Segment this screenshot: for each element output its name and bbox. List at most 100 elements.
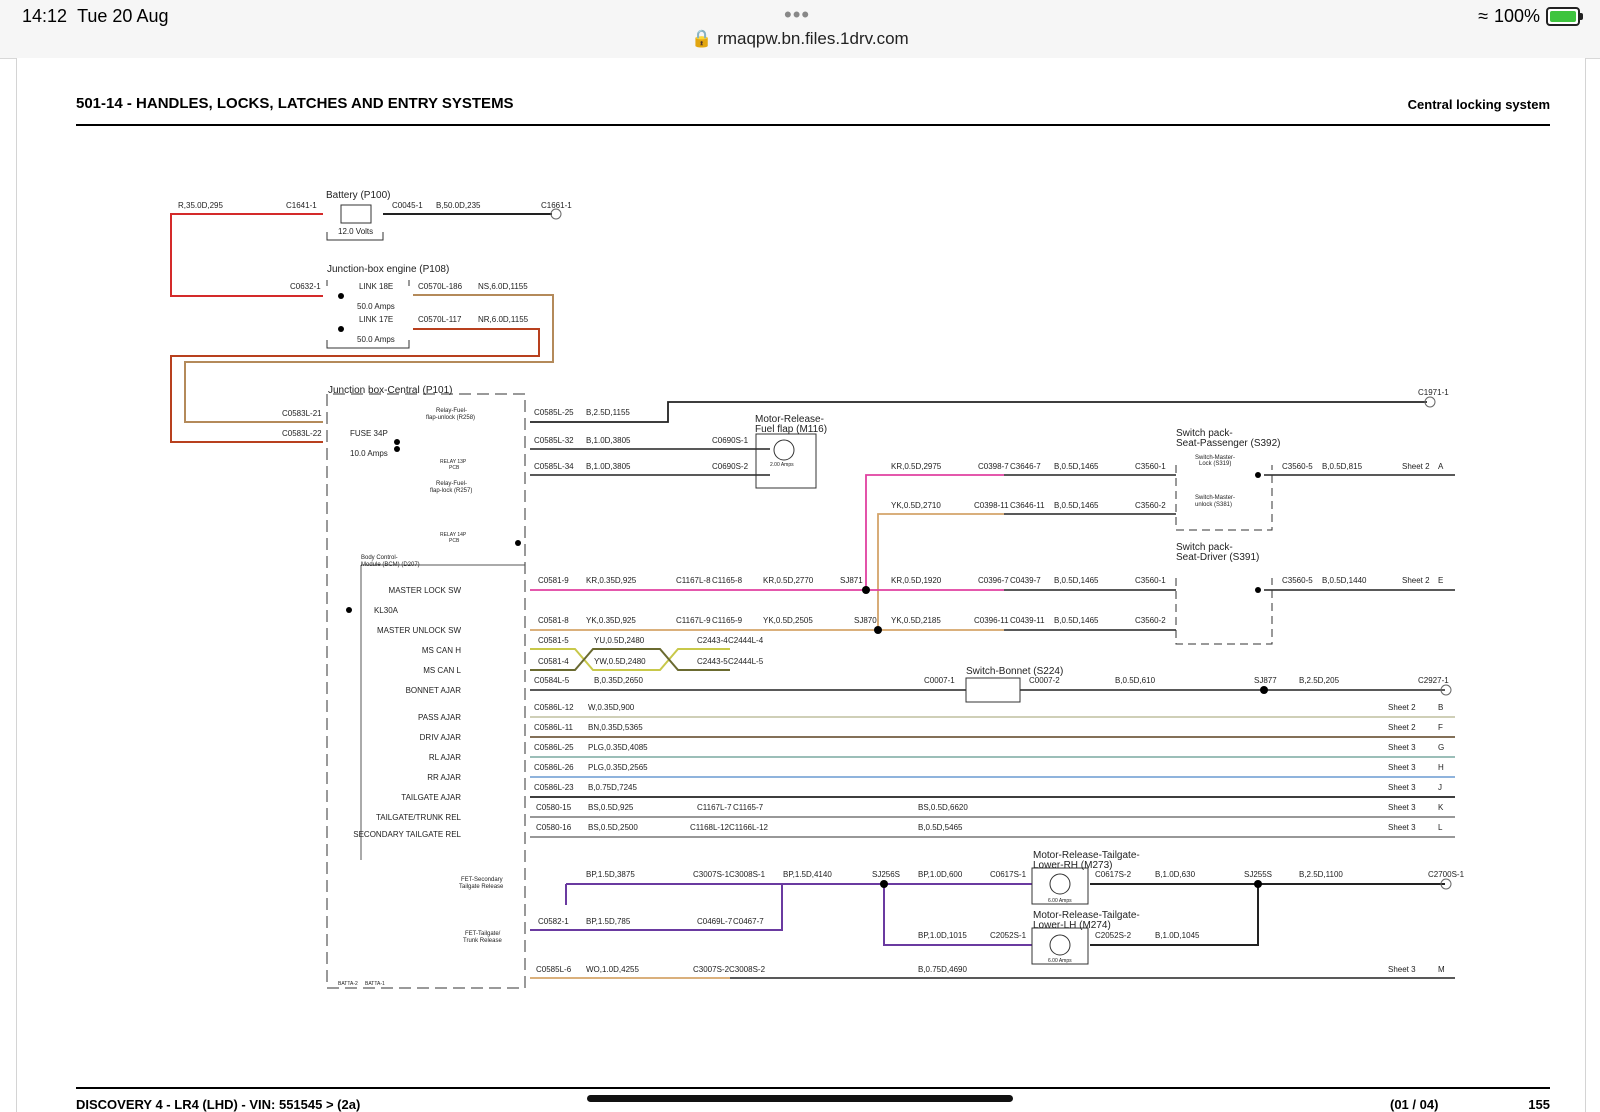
wire-label: C1166L-12 bbox=[729, 823, 769, 832]
wire-label: C0585L-6 bbox=[536, 965, 572, 974]
wire-label: C0469L-7 bbox=[697, 917, 733, 926]
wire-label: C0581-5 bbox=[538, 636, 569, 645]
wire-label: W,0.35D,900 bbox=[588, 703, 635, 712]
wire-label: Sheet 2 bbox=[1388, 703, 1416, 712]
wire-label: YW,0.5D,2480 bbox=[594, 657, 646, 666]
wire-label: C0439-11 bbox=[1010, 616, 1045, 625]
bcm-pin-label: BONNET AJAR bbox=[406, 686, 462, 695]
wire-label: H bbox=[1438, 763, 1444, 772]
wire-label: BP,1.5D,4140 bbox=[783, 870, 832, 879]
fet-tailgate-b: Trunk Release bbox=[463, 938, 502, 944]
wire-label: C1167L-7 bbox=[697, 803, 732, 812]
wire-label: C0396-7 bbox=[978, 576, 1009, 585]
bcm-pin-label: RR AJAR bbox=[427, 773, 461, 782]
wire-label: C0467-7 bbox=[733, 917, 764, 926]
bcm-pin-label: SECONDARY TAILGATE REL bbox=[353, 830, 461, 839]
wire-label: B,0.5D,815 bbox=[1322, 462, 1363, 471]
wire-label: PLG,0.35D,2565 bbox=[588, 763, 648, 772]
wire-label: BN,0.35D,5365 bbox=[588, 723, 643, 732]
wire-label: C1661-1 bbox=[541, 201, 572, 210]
wire-label: G bbox=[1438, 743, 1444, 752]
wire-label: C0586L-11 bbox=[534, 723, 574, 732]
link18-label: LINK 18E bbox=[359, 282, 393, 291]
fuse34-label: FUSE 34P bbox=[350, 429, 388, 438]
wire-label: C1165-8 bbox=[712, 576, 743, 585]
wire-label: C3646-7 bbox=[1010, 462, 1041, 471]
wire-label: M bbox=[1438, 965, 1445, 974]
wire-label: YK,0.35D,925 bbox=[586, 616, 636, 625]
wire-label: B,0.5D,5465 bbox=[918, 823, 963, 832]
bcm-label-a: Body Control- bbox=[361, 555, 398, 561]
wire-label: C0570L-117 bbox=[418, 315, 462, 324]
wire-label: C3560-2 bbox=[1135, 501, 1166, 510]
wire-label: C3008S-1 bbox=[729, 870, 766, 879]
wire-label: SJ871 bbox=[840, 576, 863, 585]
wire-label: B,1.0D,1045 bbox=[1155, 931, 1200, 940]
wire-label: C1165-9 bbox=[712, 616, 743, 625]
wire-label: C3560-1 bbox=[1135, 462, 1166, 471]
wire-label: K bbox=[1438, 803, 1444, 812]
wire-label: B,0.75D,4690 bbox=[918, 965, 967, 974]
wire-label: Sheet 3 bbox=[1388, 783, 1416, 792]
wire-label: C2052S-2 bbox=[1095, 931, 1132, 940]
wire-label: C0570L-186 bbox=[418, 282, 463, 291]
fuel-motor-label-b: Fuel flap (M116) bbox=[755, 424, 827, 435]
wire-label: C0583L-21 bbox=[282, 409, 322, 418]
wire-label: B,0.5D,1465 bbox=[1054, 462, 1099, 471]
batta1-label: BATTA-1 bbox=[365, 981, 385, 987]
wire-label: Sheet 2 bbox=[1388, 723, 1416, 732]
wire-label: KR,0.5D,1920 bbox=[891, 576, 942, 585]
footer-page-number: 155 bbox=[1528, 1097, 1550, 1112]
wire-label: C0586L-23 bbox=[534, 783, 574, 792]
wire-label: PLG,0.35D,4085 bbox=[588, 743, 648, 752]
wire-label: C0007-2 bbox=[1029, 676, 1060, 685]
wire-label: C1971-1 bbox=[1418, 388, 1449, 397]
wire-label: B,1.0D,3805 bbox=[586, 462, 631, 471]
wire-label: B,1.0D,630 bbox=[1155, 870, 1196, 879]
relay258-label-b: flap-unlock (R258) bbox=[426, 415, 475, 421]
fet-secondary-a: FET-Secondary bbox=[461, 877, 503, 883]
wire-label: C0396-11 bbox=[974, 616, 1009, 625]
wire-label: C0632-1 bbox=[290, 282, 321, 291]
wire-label: C0439-7 bbox=[1010, 576, 1041, 585]
master-lock-label-b: Lock (S319) bbox=[1199, 461, 1231, 467]
wire-label: Sheet 3 bbox=[1388, 763, 1416, 772]
wire-label: C0007-1 bbox=[924, 676, 955, 685]
wire-label: A bbox=[1438, 462, 1444, 471]
fet-tailgate-a: FET-Tailgate/ bbox=[465, 931, 501, 937]
wire-label: B,2.5D,1155 bbox=[586, 408, 630, 417]
link17-amps: 50.0 Amps bbox=[357, 335, 395, 344]
wire-label: NR,6.0D,1155 bbox=[478, 315, 529, 324]
wire-label: C0398-11 bbox=[974, 501, 1009, 510]
wire-label: C1167L-8 bbox=[676, 576, 711, 585]
wire-label: C0585L-32 bbox=[534, 436, 574, 445]
wire-label: Sheet 3 bbox=[1388, 965, 1416, 974]
switch-pack-driver-b: Seat-Driver (S391) bbox=[1176, 552, 1259, 563]
wire-label: B,0.5D,1465 bbox=[1054, 501, 1099, 510]
wire-label: KR,0.5D,2770 bbox=[763, 576, 814, 585]
batta2-label: BATTA-2 bbox=[338, 981, 358, 987]
wire-label: SJ870 bbox=[854, 616, 877, 625]
bcm-pin-label: MS CAN L bbox=[423, 666, 461, 675]
wire-label: F bbox=[1438, 723, 1443, 732]
wire-label: Sheet 2 bbox=[1402, 576, 1430, 585]
wire-label: BP,1.0D,1015 bbox=[918, 931, 967, 940]
wire-label: YU,0.5D,2480 bbox=[594, 636, 645, 645]
wire-label: C2444L-5 bbox=[728, 657, 764, 666]
wire-label: Sheet 3 bbox=[1388, 743, 1416, 752]
wire-label: BS,0.5D,925 bbox=[588, 803, 634, 812]
wire-label: C0581-4 bbox=[538, 657, 569, 666]
wire-label: B,50.0D,235 bbox=[436, 201, 481, 210]
link18-amps: 50.0 Amps bbox=[357, 302, 395, 311]
fuse34-amps: 10.0 Amps bbox=[350, 449, 388, 458]
wire-label: C0580-16 bbox=[536, 823, 572, 832]
wire-label: C0585L-25 bbox=[534, 408, 574, 417]
home-indicator[interactable] bbox=[587, 1095, 1013, 1102]
wire-label: B,0.5D,610 bbox=[1115, 676, 1156, 685]
wire-label: C0586L-26 bbox=[534, 763, 574, 772]
wire-label: L bbox=[1438, 823, 1443, 832]
wire-label: Sheet 3 bbox=[1388, 823, 1416, 832]
wire-label: B,0.75D,7245 bbox=[588, 783, 637, 792]
tailgate-motor-lh-b: Lower-LH (M274) bbox=[1033, 920, 1111, 931]
fet-secondary-b: Tailgate Release bbox=[459, 884, 504, 890]
